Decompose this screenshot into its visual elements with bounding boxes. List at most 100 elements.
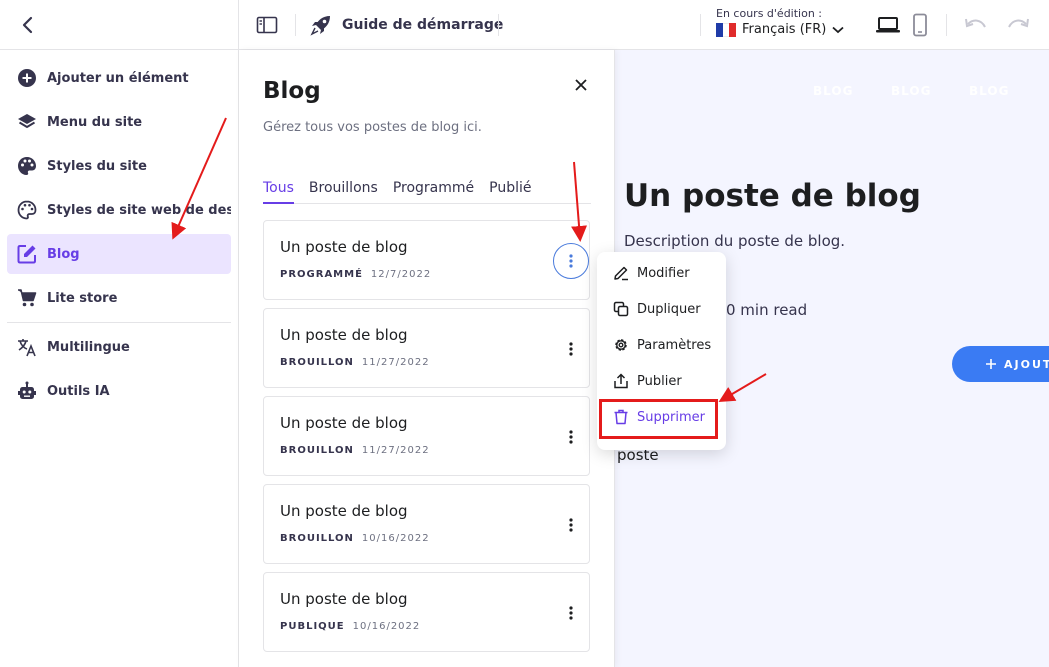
france-flag-icon <box>716 22 737 37</box>
guide-label: Guide de démarrage <box>342 17 504 33</box>
preview-add-button[interactable]: AJOUT <box>952 346 1049 382</box>
sidebar-item-web-design-styles[interactable]: Styles de site web de desi... <box>7 190 231 230</box>
top-bar: Guide de démarrage En cours d'édition : … <box>0 0 1049 50</box>
gear-icon <box>613 337 629 353</box>
language-selector[interactable]: En cours d'édition : Français (FR) <box>716 7 844 37</box>
post-options-button[interactable] <box>553 507 589 543</box>
editing-caption: En cours d'édition : <box>716 7 823 20</box>
sidebar-item-multilingual[interactable]: Multilingue <box>7 327 231 367</box>
phone-icon <box>913 13 927 37</box>
sidebar-item-site-styles[interactable]: Styles du site <box>7 146 231 186</box>
undo-icon <box>965 18 986 28</box>
post-title: Un poste de blog <box>280 414 408 432</box>
post-card[interactable]: Un poste de blog PUBLIQUE 10/16/2022 <box>263 572 590 652</box>
sidebar-item-lite-store[interactable]: Lite store <box>7 278 231 318</box>
divider <box>295 14 296 36</box>
mobile-view-button[interactable] <box>908 11 932 39</box>
more-vertical-icon <box>569 254 573 268</box>
post-options-button[interactable] <box>553 419 589 455</box>
sidebar-item-add-element[interactable]: Ajouter un élément <box>7 58 231 98</box>
menu-item-publish[interactable]: Publier <box>597 364 726 398</box>
menu-item-label: Modifier <box>637 265 690 281</box>
menu-item-duplicate[interactable]: Dupliquer <box>597 292 726 326</box>
more-vertical-icon <box>569 342 573 356</box>
post-date: 11/27/2022 <box>361 357 430 368</box>
sidebar-item-ai-tools[interactable]: Outils IA <box>7 371 231 411</box>
language-label: Français (FR) <box>742 22 827 37</box>
divider <box>700 14 701 36</box>
back-button[interactable] <box>14 12 40 38</box>
post-meta: BROUILLON 11/27/2022 <box>280 445 430 456</box>
preview-nav-link[interactable]: BLOG <box>891 84 931 98</box>
translate-icon <box>17 337 37 357</box>
menu-item-edit[interactable]: Modifier <box>597 256 726 290</box>
blog-panel: Blog Gérez tous vos postes de blog ici. … <box>239 50 615 667</box>
close-panel-button[interactable] <box>570 74 592 96</box>
sidebar-divider <box>7 322 231 323</box>
palette-outline-icon <box>17 200 37 220</box>
menu-item-settings[interactable]: Paramètres <box>597 328 726 362</box>
post-status: PUBLIQUE <box>280 621 345 632</box>
undo-button[interactable] <box>962 14 990 36</box>
post-title: Un poste de blog <box>280 590 408 608</box>
sidebar-item-label: Ajouter un élément <box>47 70 189 86</box>
post-options-button[interactable] <box>553 331 589 367</box>
menu-item-label: Publier <box>637 373 682 389</box>
tab-all[interactable]: Tous <box>263 180 294 204</box>
post-card[interactable]: Un poste de blog BROUILLON 11/27/2022 <box>263 308 590 388</box>
trash-icon <box>613 409 629 425</box>
pencil-icon <box>613 265 629 281</box>
post-card[interactable]: Un poste de blog PROGRAMMÉ 12/7/2022 <box>263 220 590 300</box>
post-card[interactable]: Un poste de blog BROUILLON 11/27/2022 <box>263 396 590 476</box>
sidebar-item-label: Outils IA <box>47 383 110 399</box>
language-dropdown[interactable]: Français (FR) <box>716 22 844 37</box>
layers-icon <box>17 112 37 132</box>
sidebar-item-site-menu[interactable]: Menu du site <box>7 102 231 142</box>
menu-item-label: Supprimer <box>637 409 705 425</box>
desktop-view-button[interactable] <box>874 13 902 37</box>
preview-post-description: Description du poste de blog. <box>624 232 846 250</box>
preview-post-title: Un poste de blog <box>624 178 921 214</box>
sidebar-item-label: Styles du site <box>47 158 147 174</box>
chevron-left-icon <box>22 16 33 34</box>
post-meta: BROUILLON 10/16/2022 <box>280 533 430 544</box>
post-filter-tabs: Tous Brouillons Programmé Publié <box>263 180 591 204</box>
post-card[interactable]: Un poste de blog BROUILLON 10/16/2022 <box>263 484 590 564</box>
post-status: BROUILLON <box>280 445 354 456</box>
redo-button[interactable] <box>1004 14 1032 36</box>
toggle-sidebar-button[interactable] <box>254 13 280 37</box>
upload-icon <box>613 373 629 389</box>
tab-published[interactable]: Publié <box>489 180 531 204</box>
duplicate-icon <box>613 301 629 317</box>
sidebar: Ajouter un élément Menu du site Styles d… <box>0 50 239 667</box>
preview-nav-link[interactable]: BLOG <box>969 84 1009 98</box>
tab-scheduled[interactable]: Programmé <box>393 180 474 204</box>
post-status: PROGRAMMÉ <box>280 269 363 280</box>
more-vertical-icon <box>569 518 573 532</box>
sidebar-item-label: Blog <box>47 246 80 262</box>
plus-icon <box>986 359 996 369</box>
post-options-button[interactable] <box>553 243 589 279</box>
cart-icon <box>17 288 37 308</box>
post-date: 10/16/2022 <box>352 621 421 632</box>
post-date: 11/27/2022 <box>361 445 430 456</box>
preview-add-label: AJOUT <box>1004 357 1049 371</box>
post-date: 12/7/2022 <box>370 269 432 280</box>
panel-subtitle: Gérez tous vos postes de blog ici. <box>263 120 482 135</box>
divider <box>946 14 947 36</box>
sidebar-item-label: Lite store <box>47 290 118 306</box>
preview-nav-link[interactable]: BLOG <box>813 84 853 98</box>
menu-item-delete[interactable]: Supprimer <box>597 400 726 434</box>
close-icon <box>575 79 587 91</box>
post-status: BROUILLON <box>280 357 354 368</box>
post-options-button[interactable] <box>553 595 589 631</box>
divider <box>238 0 239 50</box>
getting-started-guide-button[interactable]: Guide de démarrage <box>310 12 503 38</box>
laptop-icon <box>876 17 900 33</box>
sidebar-item-blog[interactable]: Blog <box>7 234 231 274</box>
post-title: Un poste de blog <box>280 238 408 256</box>
tab-drafts[interactable]: Brouillons <box>309 180 378 204</box>
post-context-menu: Modifier Dupliquer Paramètres Publier Su… <box>597 252 726 450</box>
preview-read-time: 0 min read <box>726 301 808 319</box>
redo-icon <box>1008 18 1029 28</box>
